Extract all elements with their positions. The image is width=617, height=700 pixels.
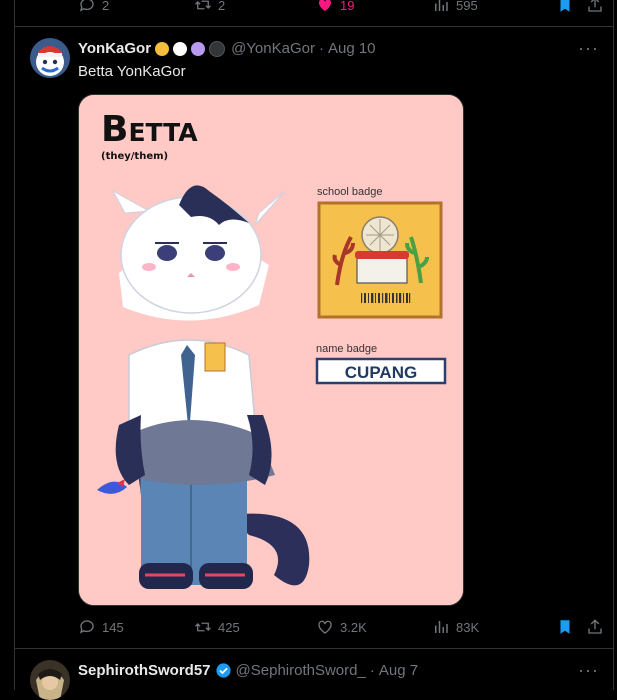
heart-filled-icon bbox=[318, 0, 332, 11]
reply-button[interactable]: 2 bbox=[78, 0, 194, 14]
heart-icon bbox=[318, 620, 332, 634]
share-icon bbox=[588, 619, 602, 634]
avatar[interactable] bbox=[30, 38, 70, 78]
bookmark-filled-icon bbox=[560, 0, 570, 12]
name-badge-text: CUPANG bbox=[345, 363, 417, 382]
retweet-button[interactable]: 425 bbox=[194, 618, 316, 636]
reply-count: 2 bbox=[102, 0, 110, 13]
separator: · bbox=[369, 662, 375, 679]
timestamp[interactable]: Aug 10 bbox=[328, 40, 376, 57]
display-name[interactable]: YonKaGor bbox=[78, 40, 151, 57]
prev-tweet-actions: 2 2 19 595 bbox=[78, 0, 608, 16]
retweet-count: 2 bbox=[218, 0, 226, 13]
tweet-text: Betta YonKaGor bbox=[78, 63, 186, 80]
bookmark-button[interactable] bbox=[556, 0, 586, 14]
views-button[interactable]: 83K bbox=[432, 618, 556, 636]
views-count: 83K bbox=[456, 619, 480, 635]
avatar-image bbox=[30, 660, 70, 700]
share-button[interactable] bbox=[586, 0, 604, 14]
sheet-pronouns: (they/them) bbox=[101, 151, 168, 162]
share-button[interactable] bbox=[586, 618, 604, 636]
retweet-icon bbox=[195, 0, 211, 10]
yellow-heart-emoji bbox=[155, 41, 170, 56]
retweet-icon bbox=[195, 622, 211, 632]
character-sheet: Betta (they/them) school badge name badg… bbox=[79, 95, 463, 605]
tweet-header: YonKaGor @YonKaGor · Aug 10 bbox=[78, 40, 376, 57]
black-heart-emoji bbox=[209, 40, 226, 57]
reply-count: 145 bbox=[102, 619, 124, 635]
tweet-divider bbox=[15, 26, 613, 27]
share-icon bbox=[588, 0, 602, 12]
handle[interactable]: @YonKaGor bbox=[231, 40, 315, 57]
views-count: 595 bbox=[456, 0, 478, 13]
like-button[interactable]: 3.2K bbox=[316, 618, 432, 636]
like-button[interactable]: 19 bbox=[316, 0, 432, 14]
tweet-header: SephirothSword57 @SephirothSword_ · Aug … bbox=[78, 662, 418, 679]
tweet-divider bbox=[15, 648, 613, 649]
more-options-button[interactable]: ··· bbox=[578, 38, 599, 59]
white-heart-emoji bbox=[173, 41, 188, 56]
timeline-column: 2 2 19 595 YonKaGor @YonKaGor · Aug 10 ·… bbox=[14, 0, 614, 700]
bookmark-filled-icon bbox=[560, 620, 570, 634]
views-icon bbox=[435, 621, 448, 633]
avatar-image bbox=[30, 38, 70, 78]
display-name[interactable]: SephirothSword57 bbox=[78, 662, 211, 679]
school-badge-label: school badge bbox=[317, 186, 382, 198]
avatar[interactable] bbox=[30, 660, 70, 700]
views-icon bbox=[435, 0, 448, 11]
reply-icon bbox=[79, 620, 94, 634]
sheet-title: Betta bbox=[101, 109, 198, 150]
tweet-media-image[interactable]: Betta (they/them) school badge name badg… bbox=[78, 94, 464, 606]
reply-icon bbox=[79, 0, 94, 12]
timestamp[interactable]: Aug 7 bbox=[379, 662, 418, 679]
handle[interactable]: @SephirothSword_ bbox=[236, 662, 366, 679]
like-count: 3.2K bbox=[340, 619, 367, 635]
bookmark-button[interactable] bbox=[556, 618, 586, 636]
name-badge-label: name badge bbox=[316, 343, 377, 355]
separator: · bbox=[318, 40, 324, 57]
tweet-actions: 145 425 3.2K 83K bbox=[78, 616, 608, 638]
retweet-count: 425 bbox=[218, 619, 240, 635]
more-options-button[interactable]: ··· bbox=[578, 660, 599, 681]
views-button[interactable]: 595 bbox=[432, 0, 556, 14]
reply-button[interactable]: 145 bbox=[78, 618, 194, 636]
verified-badge-icon bbox=[215, 663, 231, 678]
retweet-button[interactable]: 2 bbox=[194, 0, 316, 14]
like-count: 19 bbox=[340, 0, 355, 13]
purple-heart-emoji bbox=[191, 41, 206, 56]
